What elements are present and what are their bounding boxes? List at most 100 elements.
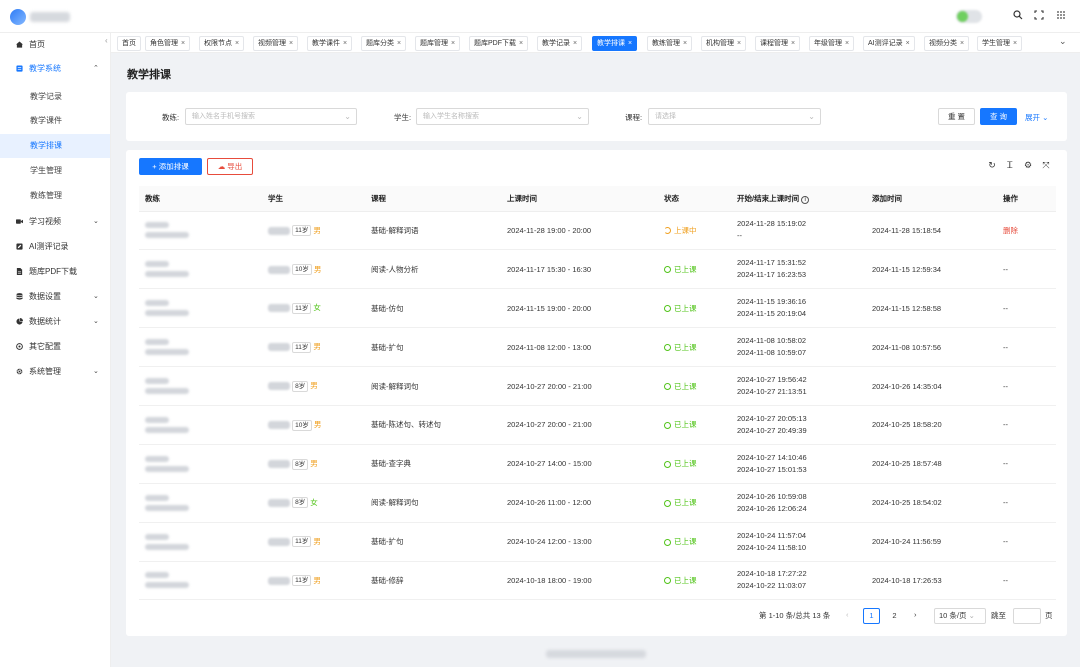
close-icon[interactable]: ×	[343, 40, 347, 47]
apps-icon[interactable]	[1054, 10, 1068, 24]
close-icon[interactable]: ×	[519, 40, 523, 47]
expand-link[interactable]: 展开 ⌄	[1025, 112, 1048, 123]
column-header-student[interactable]: 学生	[262, 186, 365, 212]
start-time: 2024-10-24 11:57:04	[737, 530, 807, 540]
prev-page-icon[interactable]: ‹	[846, 610, 849, 619]
tab-video-category[interactable]: 视频分类 ×	[924, 36, 970, 51]
tab-course-management[interactable]: 课程管理 ×	[755, 36, 801, 51]
column-header-added-time[interactable]: 添加时间	[866, 186, 997, 212]
page-size-select[interactable]: 10 条/页 ⌄	[934, 608, 986, 624]
sidebar-item-home[interactable]: 首页	[0, 33, 111, 57]
status-icon	[664, 421, 671, 429]
gender-text: 男	[313, 342, 321, 352]
column-header-course[interactable]: 课程	[365, 186, 501, 212]
close-icon[interactable]: ×	[791, 40, 795, 47]
tab-video-management[interactable]: 视频管理 ×	[253, 36, 299, 51]
close-icon[interactable]: ×	[960, 40, 964, 47]
status-icon	[664, 460, 671, 468]
gender-text: 男	[313, 420, 322, 430]
app-name-blurred	[30, 12, 70, 22]
column-header-status[interactable]: 状态	[658, 186, 731, 212]
close-icon[interactable]: ×	[845, 40, 849, 47]
tab-ai-records[interactable]: AI测评记录 ×	[863, 36, 915, 51]
close-icon[interactable]: ×	[628, 40, 632, 47]
next-page-icon[interactable]: ›	[914, 610, 917, 619]
sidebar-item-system-management[interactable]: 系统管理 ⌄	[0, 360, 111, 384]
user-avatar[interactable]	[956, 10, 982, 23]
chevron-down-icon[interactable]: ⌄	[1059, 36, 1067, 47]
close-icon[interactable]: ×	[451, 40, 455, 47]
column-header-coach[interactable]: 教练	[139, 186, 262, 212]
tab-teaching-schedule[interactable]: 教学排课 ×	[592, 36, 638, 51]
fullscreen-icon[interactable]: ⤧	[1040, 160, 1052, 171]
sidebar: 首页 教学系统 ⌃ 教学记录 教学课件 教学排课 学生管理 教练管理 学习视频 …	[0, 33, 111, 667]
tab-teaching-courseware[interactable]: 教学课件 ×	[307, 36, 353, 51]
column-header-class-time[interactable]: 上课时间	[501, 186, 658, 212]
fullscreen-icon[interactable]	[1032, 10, 1046, 24]
coach-phone-blurred	[145, 465, 189, 472]
density-icon[interactable]: Ꮖ	[1004, 160, 1016, 171]
close-icon[interactable]: ×	[573, 40, 577, 47]
page-button-2[interactable]: 2	[886, 608, 903, 624]
sidebar-sub-teaching-records[interactable]: 教学记录	[0, 85, 110, 109]
sidebar-sub-teaching-schedule[interactable]: 教学排课	[0, 134, 110, 158]
course-filter-select[interactable]: 请选择 ⌄	[648, 108, 821, 125]
sidebar-item-data-statistics[interactable]: 数据统计 ⌄	[0, 310, 111, 334]
tab-home[interactable]: 首页	[117, 36, 141, 51]
sidebar-item-teaching-system[interactable]: 教学系统 ⌃	[0, 57, 111, 81]
status-text: 已上课	[674, 498, 697, 508]
table-row: 11岁女基础-仿句 2024-11-15 19:00 - 20:00 已上课 2024…	[139, 288, 1056, 329]
close-icon[interactable]: ×	[683, 40, 687, 47]
info-icon[interactable]: i	[801, 195, 810, 204]
close-icon[interactable]: ×	[397, 40, 401, 47]
page-button-1[interactable]: 1	[863, 608, 880, 624]
sidebar-item-pdf-download[interactable]: 题库PDF下载	[0, 260, 111, 284]
student-filter-select[interactable]: 输入学生名称搜索 ⌄	[416, 108, 589, 125]
tab-question-category[interactable]: 题库分类 ×	[361, 36, 407, 51]
delete-link[interactable]: 删除	[1003, 226, 1018, 235]
student-name-blurred	[268, 576, 290, 585]
close-icon[interactable]: ×	[906, 40, 910, 47]
sidebar-item-data-settings[interactable]: 数据设置 ⌄	[0, 285, 111, 309]
start-end-cell: 2024-10-24 11:57:04 2024-10-24 11:58:10	[731, 522, 866, 562]
close-icon[interactable]: ×	[235, 40, 239, 47]
reset-button[interactable]: 重 置	[938, 108, 975, 125]
age-badge: 11岁	[292, 341, 312, 353]
tab-role-management[interactable]: 角色管理 ×	[145, 36, 191, 51]
query-button[interactable]: 查 询	[980, 108, 1017, 125]
tab-teaching-records[interactable]: 教学记录 ×	[537, 36, 583, 51]
tab-question-bank[interactable]: 题库管理 ×	[415, 36, 461, 51]
tab-grade-management[interactable]: 年级管理 ×	[809, 36, 855, 51]
tab-pdf-download[interactable]: 题库PDF下载 ×	[469, 36, 529, 51]
tab-coach-management[interactable]: 教练管理 ×	[647, 36, 693, 51]
close-icon[interactable]: ×	[737, 40, 741, 47]
export-button[interactable]: ☁ 导出	[207, 158, 253, 175]
sidebar-sub-coach-management[interactable]: 教练管理	[0, 184, 110, 208]
close-icon[interactable]: ×	[289, 40, 293, 47]
tab-permission-nodes[interactable]: 权限节点 ×	[199, 36, 245, 51]
add-schedule-button[interactable]: + 添加排课	[139, 158, 202, 175]
jump-page-input[interactable]	[1013, 608, 1041, 624]
close-icon[interactable]: ×	[181, 40, 185, 47]
tab-label: 题库分类	[366, 40, 394, 47]
sidebar-item-learning-video[interactable]: 学习视频 ⌄	[0, 210, 111, 234]
refresh-icon[interactable]: ↻	[986, 160, 998, 171]
column-settings-icon[interactable]: ⚙	[1022, 160, 1034, 171]
sidebar-sub-student-management[interactable]: 学生管理	[0, 159, 110, 183]
search-icon[interactable]	[1011, 10, 1025, 24]
close-icon[interactable]: ×	[1013, 40, 1017, 47]
sidebar-sub-teaching-courseware[interactable]: 教学课件	[0, 109, 110, 133]
sidebar-item-ai-records[interactable]: AI测评记录	[0, 235, 111, 259]
status-cell: 已上课	[658, 366, 731, 406]
logo[interactable]	[10, 9, 26, 25]
column-header-start-end[interactable]: 开始/结束上课时间 i	[731, 186, 866, 212]
coach-filter-select[interactable]: 输入姓名手机号搜索 ⌄	[185, 108, 357, 125]
coach-phone-blurred	[145, 426, 189, 433]
course-cell: 基础-扩句	[365, 327, 501, 368]
file-icon	[16, 268, 23, 275]
status-badge: 已上课	[664, 576, 697, 585]
tab-org-management[interactable]: 机构管理 ×	[701, 36, 747, 51]
chevron-left-icon[interactable]: ‹	[105, 36, 108, 45]
tab-student-management[interactable]: 学生管理 ×	[977, 36, 1023, 51]
sidebar-item-other-config[interactable]: 其它配置	[0, 335, 111, 359]
